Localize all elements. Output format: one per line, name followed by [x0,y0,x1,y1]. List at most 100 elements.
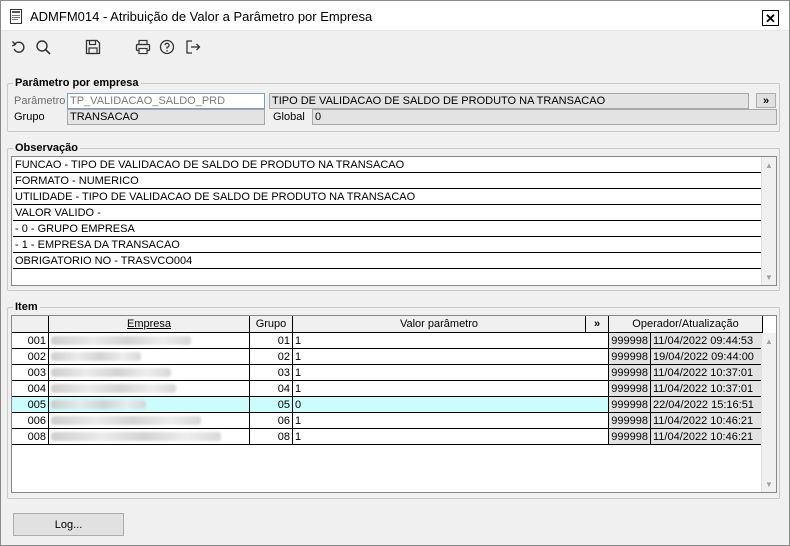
observacao-scrollbar[interactable]: ▲ ▼ [761,157,776,285]
row-operador: 999998 [609,381,651,397]
parametro-more-button[interactable]: » [756,93,776,108]
row-code: 002 [12,349,49,365]
table-row[interactable]: 003 03 1 999998 11/04/2022 10:37:01 [12,365,763,381]
row-data: 22/04/2022 15:16:51 [651,397,763,413]
header-empresa[interactable]: Empresa [49,316,250,333]
redacted-empresa-name [51,384,176,393]
row-empresa[interactable] [49,349,250,365]
save-button[interactable] [84,38,102,56]
search-icon [36,40,51,55]
undo-button[interactable] [10,38,28,56]
row-operador: 999998 [609,413,651,429]
table-row[interactable]: 005 05 0 999998 22/04/2022 15:16:51 [12,397,763,413]
item-scrollbar[interactable]: ▲ ▼ [761,333,776,492]
close-button[interactable]: ✕ [762,10,779,26]
parametro-field[interactable]: TP_VALIDACAO_SALDO_PRD [67,93,265,109]
observacao-legend: Observação [13,142,80,155]
row-grupo: 06 [250,413,293,429]
row-data: 11/04/2022 09:44:53 [651,333,763,349]
observacao-memo[interactable]: FUNCAO - TIPO DE VALIDACAO DE SALDO DE P… [11,156,777,286]
row-code: 006 [12,413,49,429]
table-row[interactable]: 002 02 1 999998 19/04/2022 09:44:00 [12,349,763,365]
observacao-line: - 0 - GRUPO EMPRESA [13,221,763,237]
row-valor[interactable]: 1 [293,429,609,445]
row-code: 001 [12,333,49,349]
row-empresa[interactable] [49,333,250,349]
undo-icon [11,41,25,53]
redacted-empresa-name [51,336,191,345]
scroll-up-icon[interactable]: ▲ [762,157,776,173]
row-valor[interactable]: 1 [293,333,609,349]
row-valor[interactable]: 1 [293,381,609,397]
redacted-empresa-name [51,416,201,425]
observacao-line: - 1 - EMPRESA DA TRANSACAO [13,237,763,253]
row-code: 004 [12,381,49,397]
header-more-button[interactable]: » [586,316,609,333]
header-code [12,316,49,333]
row-empresa[interactable] [49,397,250,413]
exit-icon [186,40,201,54]
observacao-line: FUNCAO - TIPO DE VALIDACAO DE SALDO DE P… [13,157,763,173]
print-icon [135,39,151,55]
row-valor[interactable]: 1 [293,365,609,381]
row-code: 005 [12,397,49,413]
row-valor[interactable]: 0 [293,397,609,413]
parametro-description: TIPO DE VALIDACAO DE SALDO DE PRODUTO NA… [269,93,749,109]
row-valor[interactable]: 1 [293,349,609,365]
redacted-empresa-name [51,368,171,377]
row-empresa[interactable] [49,429,250,445]
search-button[interactable] [34,38,52,56]
help-icon [159,39,175,55]
row-operador: 999998 [609,333,651,349]
redacted-empresa-name [51,352,141,361]
param-group-legend: Parâmetro por empresa [13,77,141,90]
redacted-empresa-name [51,432,221,441]
observacao-line: OBRIGATORIO NO - TRASVCO004 [13,253,763,269]
log-button[interactable]: Log... [13,513,124,536]
row-code: 003 [12,365,49,381]
table-row[interactable]: 006 06 1 999998 11/04/2022 10:46:21 [12,413,763,429]
row-valor[interactable]: 1 [293,413,609,429]
row-data: 11/04/2022 10:37:01 [651,381,763,397]
redacted-empresa-name [51,400,146,409]
row-grupo: 05 [250,397,293,413]
row-operador: 999998 [609,429,651,445]
parametro-label: Parâmetro [14,95,66,107]
row-operador: 999998 [609,365,651,381]
item-legend: Item [13,301,40,314]
global-label: Global [273,111,305,123]
window-title: ADMFM014 - Atribuição de Valor a Parâmet… [30,9,373,24]
row-grupo: 08 [250,429,293,445]
observacao-line: UTILIDADE - TIPO DE VALIDACAO DE SALDO D… [13,189,763,205]
row-empresa[interactable] [49,365,250,381]
observacao-line: VALOR VALIDO - [13,205,763,221]
table-row[interactable]: 004 04 1 999998 11/04/2022 10:37:01 [12,381,763,397]
row-empresa[interactable] [49,381,250,397]
header-operador[interactable]: Operador/Atualização [609,316,763,333]
row-grupo: 01 [250,333,293,349]
item-grid[interactable]: Empresa Grupo Valor parâmetro » Operador… [11,315,777,493]
toolbar [1,32,789,62]
app-icon [10,9,22,24]
row-data: 11/04/2022 10:46:21 [651,413,763,429]
row-data: 11/04/2022 10:37:01 [651,365,763,381]
header-valor[interactable]: Valor parâmetro [293,316,586,333]
table-row[interactable]: 001 01 1 999998 11/04/2022 09:44:53 [12,333,763,349]
observacao-line: FORMATO - NUMERICO [13,173,763,189]
scroll-down-icon[interactable]: ▼ [762,476,776,492]
row-empresa[interactable] [49,413,250,429]
row-grupo: 03 [250,365,293,381]
help-button[interactable] [158,38,176,56]
table-row[interactable]: 008 08 1 999998 11/04/2022 10:46:21 [12,429,763,445]
header-grupo[interactable]: Grupo [250,316,293,333]
print-button[interactable] [134,38,152,56]
save-icon [85,39,101,55]
row-operador: 999998 [609,349,651,365]
row-grupo: 02 [250,349,293,365]
row-grupo: 04 [250,381,293,397]
exit-button[interactable] [184,38,202,56]
scroll-up-icon[interactable]: ▲ [762,333,776,349]
global-field: 0 [312,109,777,125]
scroll-down-icon[interactable]: ▼ [762,269,776,285]
grupo-field: TRANSACAO [67,109,265,125]
